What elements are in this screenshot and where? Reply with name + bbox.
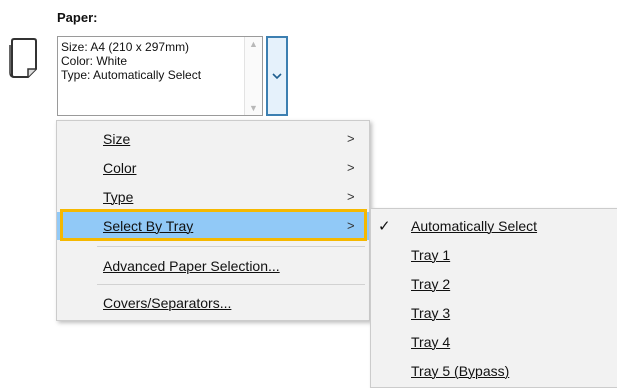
submenu-item-label: Tray 1 (411, 247, 451, 263)
scroll-up-icon[interactable]: ▲ (249, 39, 258, 49)
paper-sheet-icon (9, 38, 37, 78)
submenu-item-tray-1[interactable]: Tray 1 (371, 241, 617, 270)
submenu-item-label: Tray 2 (411, 276, 451, 292)
chevron-right-icon: > (347, 131, 355, 146)
menu-item-advanced-paper-selection[interactable]: Advanced Paper Selection... (57, 252, 369, 280)
select-by-tray-submenu: ✓ Automatically Select Tray 1 Tray 2 Tra… (370, 208, 617, 388)
paper-info-box: Size: A4 (210 x 297mm) Color: White Type… (57, 36, 263, 116)
paper-section-label: Paper: (57, 10, 98, 25)
submenu-item-label: Tray 5 (Bypass) (411, 363, 510, 379)
paper-color-text: Color: White (61, 54, 128, 68)
chevron-down-icon (272, 73, 282, 80)
menu-item-label: Color (103, 160, 137, 176)
submenu-item-automatically-select[interactable]: ✓ Automatically Select (371, 212, 617, 241)
menu-item-covers-separators[interactable]: Covers/Separators... (57, 289, 369, 317)
paper-dropdown-button[interactable] (266, 36, 288, 116)
menu-item-label: Type (103, 189, 134, 205)
submenu-item-label: Automatically Select (411, 218, 538, 234)
submenu-item-tray-5-bypass[interactable]: Tray 5 (Bypass) (371, 357, 617, 386)
menu-item-label: Covers/Separators... (103, 295, 232, 311)
menu-item-type[interactable]: Type > (57, 183, 369, 211)
paper-size-text: Size: A4 (210 x 297mm) (61, 40, 190, 54)
menu-item-size[interactable]: Size > (57, 125, 369, 153)
paper-type-text: Type: Automatically Select (61, 68, 202, 82)
menu-separator (97, 284, 365, 285)
menu-item-label: Advanced Paper Selection... (103, 258, 280, 274)
submenu-item-tray-4[interactable]: Tray 4 (371, 328, 617, 357)
menu-item-label: Size (103, 131, 131, 147)
menu-separator (97, 246, 365, 247)
chevron-right-icon: > (347, 160, 355, 175)
submenu-item-label: Tray 4 (411, 334, 451, 350)
checkmark-icon: ✓ (378, 218, 391, 235)
submenu-item-tray-3[interactable]: Tray 3 (371, 299, 617, 328)
submenu-item-tray-2[interactable]: Tray 2 (371, 270, 617, 299)
submenu-item-label: Tray 3 (411, 305, 451, 321)
chevron-right-icon: > (347, 189, 355, 204)
highlight-outline (60, 209, 367, 241)
scroll-down-icon[interactable]: ▼ (249, 103, 258, 113)
info-scrollbar[interactable]: ▲ ▼ (244, 37, 262, 115)
menu-item-color[interactable]: Color > (57, 154, 369, 182)
